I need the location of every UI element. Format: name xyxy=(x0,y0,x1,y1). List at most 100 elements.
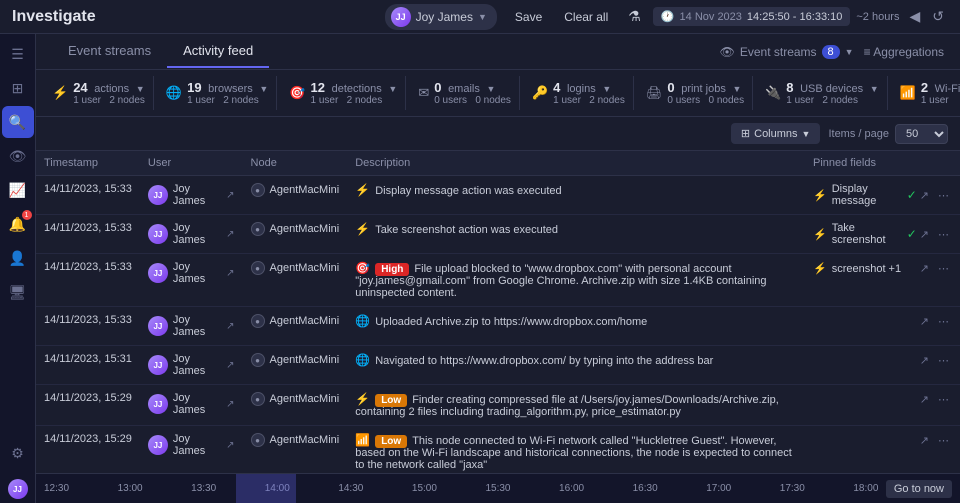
per-page-select[interactable]: 50 100 200 xyxy=(895,124,948,144)
more-button[interactable]: ⋯ xyxy=(935,392,952,407)
cell-pinned: ↗ ⋯ xyxy=(805,426,960,474)
user-pill[interactable]: JJ Joy James ▼ xyxy=(385,4,497,30)
clear-all-button[interactable]: Clear all xyxy=(556,7,616,27)
cell-user: JJ Joy James ↗ xyxy=(140,254,243,307)
desc-text: Display message action was executed xyxy=(375,185,561,197)
external-link-icon[interactable]: ↗ xyxy=(226,440,234,451)
timeline-label: 15:30 xyxy=(485,483,510,494)
cell-node: ● AgentMacMini xyxy=(243,426,348,474)
pinned-content: ⚡screenshot +1 xyxy=(813,262,901,275)
external-link-icon[interactable]: ↗ xyxy=(226,268,234,279)
avatar: JJ xyxy=(148,185,168,205)
page-title: Investigate xyxy=(12,8,96,26)
eye-icon[interactable]: 👁 xyxy=(2,140,34,172)
external-link-icon[interactable]: ↗ xyxy=(226,321,234,332)
chart-icon[interactable]: 📈 xyxy=(2,174,34,206)
col-pinned: Pinned fields xyxy=(805,151,960,176)
more-button[interactable]: ⋯ xyxy=(935,188,952,203)
col-timestamp: Timestamp xyxy=(36,151,140,176)
node-indicator: ● xyxy=(251,353,265,367)
wifi-sub: 1 user xyxy=(921,95,960,106)
timeline-label: 15:00 xyxy=(412,483,437,494)
go-to-now-button[interactable]: Go to now xyxy=(886,480,952,498)
cell-pinned: ↗ ⋯ xyxy=(805,385,960,426)
monitor-icon[interactable]: 🖥 xyxy=(2,276,34,308)
more-button[interactable]: ⋯ xyxy=(935,261,952,276)
node-indicator: ● xyxy=(251,433,265,447)
stat-wifi[interactable]: 📶 2 Wi-Fi ▼ 1 user xyxy=(892,76,960,110)
cell-user: JJ Joy James ↗ xyxy=(140,385,243,426)
table-row: 14/11/2023, 15:33 JJ Joy James ↗ ● Agent… xyxy=(36,254,960,307)
external-link-icon[interactable]: ↗ xyxy=(226,190,234,201)
user-avatar-bottom[interactable]: JJ xyxy=(8,479,28,499)
stat-browsers[interactable]: 🌐 19 browsers ▼ 1 user 2 nodes xyxy=(158,76,277,110)
prev-arrow[interactable]: ◀ xyxy=(905,7,924,26)
share-button[interactable]: ↗ xyxy=(917,188,932,203)
pinned-content: ⚡Display message ✓ xyxy=(813,183,917,207)
share-button[interactable]: ↗ xyxy=(917,392,932,407)
external-link-icon[interactable]: ↗ xyxy=(226,229,234,240)
table-row: 14/11/2023, 15:33 JJ Joy James ↗ ● Agent… xyxy=(36,215,960,254)
avatar: JJ xyxy=(148,263,168,283)
tabs-bar: Event streams Activity feed 👁 Event stre… xyxy=(36,34,960,70)
user-name: Joy James xyxy=(173,353,218,377)
print-icon: 🖨 xyxy=(646,85,663,101)
stat-actions[interactable]: ⚡ 24 actions ▼ 1 user 2 nodes xyxy=(44,76,154,110)
event-streams-toggle[interactable]: 👁 Event streams 8 ▼ xyxy=(720,45,854,59)
share-button[interactable]: ↗ xyxy=(917,314,932,329)
external-link-icon[interactable]: ↗ xyxy=(226,360,234,371)
stat-emails[interactable]: ✉ 0 emails ▼ 0 users 0 nodes xyxy=(410,76,520,110)
desc-text: Finder creating compressed file at /User… xyxy=(355,394,779,418)
filter-button[interactable]: ⚗ xyxy=(622,5,647,28)
user-icon[interactable]: 👤 xyxy=(2,242,34,274)
desc-icon: 📶 xyxy=(355,433,370,447)
refresh-button[interactable]: ↺ xyxy=(928,7,948,26)
menu-icon[interactable]: ☰ xyxy=(2,38,34,70)
check-icon: ✓ xyxy=(907,227,917,241)
more-button[interactable]: ⋯ xyxy=(935,353,952,368)
more-button[interactable]: ⋯ xyxy=(935,433,952,448)
stat-print[interactable]: 🖨 0 print jobs ▼ 0 users 0 nodes xyxy=(638,76,753,110)
stats-bar: ⚡ 24 actions ▼ 1 user 2 nodes 🌐 19 brows… xyxy=(36,70,960,117)
settings-icon[interactable]: ⚙ xyxy=(2,437,34,469)
stat-detections[interactable]: 🎯 12 detections ▼ 1 user 2 nodes xyxy=(281,76,406,110)
stat-logins[interactable]: 🔑 4 logins ▼ 1 user 2 nodes xyxy=(524,76,634,110)
share-button[interactable]: ↗ xyxy=(917,433,932,448)
share-button[interactable]: ↗ xyxy=(917,261,932,276)
row-actions: ↗ ⋯ xyxy=(917,353,952,368)
cell-node: ● AgentMacMini xyxy=(243,176,348,215)
cell-description: ⚡LowFinder creating compressed file at /… xyxy=(347,385,805,426)
alert-icon[interactable]: 🔔1 xyxy=(2,208,34,240)
desc-icon: ⚡ xyxy=(355,392,370,406)
save-button[interactable]: Save xyxy=(507,7,550,27)
home-icon[interactable]: ⊞ xyxy=(2,72,34,104)
col-node: Node xyxy=(243,151,348,176)
cell-user: JJ Joy James ↗ xyxy=(140,176,243,215)
check-icon: ✓ xyxy=(907,188,917,202)
avatar: JJ xyxy=(148,394,168,414)
search-icon[interactable]: 🔍 xyxy=(2,106,34,138)
items-per-page: Items / page 50 100 200 xyxy=(828,124,948,144)
logins-sub: 1 user 2 nodes xyxy=(553,95,625,106)
more-button[interactable]: ⋯ xyxy=(935,227,952,242)
share-button[interactable]: ↗ xyxy=(917,353,932,368)
node-indicator: ● xyxy=(251,314,265,328)
stat-usb[interactable]: 🔌 8 USB devices ▼ 1 user 2 nodes xyxy=(757,76,888,110)
external-link-icon[interactable]: ↗ xyxy=(226,399,234,410)
user-name: Joy James xyxy=(173,261,218,285)
desc-text: Navigated to https://www.dropbox.com/ by… xyxy=(375,355,713,367)
node-indicator: ● xyxy=(251,261,265,275)
browsers-sub: 1 user 2 nodes xyxy=(187,95,268,106)
columns-button[interactable]: ⊞ Columns ▼ xyxy=(731,123,821,144)
cell-description: ⚡Display message action was executed xyxy=(347,176,805,215)
more-button[interactable]: ⋯ xyxy=(935,314,952,329)
aggregations-button[interactable]: ≡ Aggregations xyxy=(864,45,944,59)
emails-count: 0 emails ▼ xyxy=(434,80,511,95)
tab-activity-feed[interactable]: Activity feed xyxy=(167,35,269,68)
share-button[interactable]: ↗ xyxy=(917,227,932,242)
timeline-labels: 12:3013:0013:3014:0014:3015:0015:3016:00… xyxy=(36,483,960,494)
emails-icon: ✉ xyxy=(418,85,429,101)
tab-event-streams[interactable]: Event streams xyxy=(52,35,167,68)
alert-icon-wrap[interactable]: 🔔1 xyxy=(2,208,34,240)
logins-count: 4 logins ▼ xyxy=(553,80,625,95)
